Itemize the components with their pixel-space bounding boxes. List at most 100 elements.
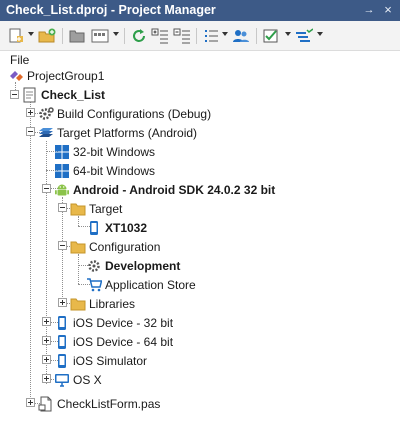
tree-item-label: Target [89,201,123,216]
tree-item-label: iOS Device - 64 bit [73,334,174,349]
add-button[interactable] [38,27,56,45]
phone-icon [54,334,70,350]
folder-icon [70,201,86,217]
tree-item-label: Android - Android SDK 24.0.2 32 bit [73,182,276,197]
tree-item-label: 32-bit Windows [73,144,156,159]
toolbar-separator [124,28,125,44]
expander-ios-simulator[interactable] [42,355,51,364]
expander-libraries[interactable] [58,298,67,307]
expander-target-platforms[interactable] [26,127,35,136]
tree-line [62,197,63,303]
tree-item-label: ProjectGroup1 [27,68,105,83]
monitor-icon [54,372,70,388]
view-icon [91,29,109,43]
people-button[interactable] [232,27,250,45]
expander-target[interactable] [58,203,67,212]
tree-line [30,102,31,403]
expander-form-file[interactable] [26,398,35,407]
checklist-button[interactable] [263,27,281,45]
tree-item-ios-device-32[interactable]: iOS Device - 32 bit [54,313,173,332]
tree-line [46,141,47,384]
tree-item-ios-device-64[interactable]: iOS Device - 64 bit [54,332,173,351]
tree-item-device-xt1032[interactable]: XT1032 [86,218,147,237]
view-button[interactable] [91,27,109,45]
sort-button[interactable] [295,27,313,45]
expander-ios-device-64[interactable] [42,336,51,345]
tree-item-label: Build Configurations (Debug) [57,106,212,121]
project-group-icon [8,68,24,84]
sort-icon [296,28,313,42]
tree-item-label: OS X [73,372,102,387]
toolbar-separator [196,28,197,44]
expander-android[interactable] [42,184,51,193]
tree-item-label: XT1032 [105,220,148,235]
file-icon [38,396,54,412]
folder-icon [70,239,86,255]
platforms-icon [38,125,54,141]
folder-button[interactable] [69,27,85,45]
tree-line [78,254,79,284]
sort-dropdown[interactable] [317,32,323,36]
new-item-icon [9,28,23,43]
tree-item-android[interactable]: Android - Android SDK 24.0.2 32 bit [54,180,275,199]
toolbar-separator [256,28,257,44]
list-button[interactable] [203,27,219,45]
expander-osx[interactable] [42,374,51,383]
folder-icon [70,296,86,312]
windows-icon [54,163,70,179]
tree-item-label: Libraries [89,296,136,311]
expander-ios-device-32[interactable] [42,317,51,326]
tree-item-64-bit-windows[interactable]: 64-bit Windows [54,161,155,180]
android-icon [54,182,70,198]
tree-item-configuration[interactable]: Configuration [70,237,160,256]
list-dropdown[interactable] [222,32,228,36]
expander-check-list[interactable] [10,90,19,99]
cart-icon [86,277,102,293]
tree-item-libraries[interactable]: Libraries [70,294,135,313]
new-item-dropdown[interactable] [28,32,34,36]
tree-item-target-platforms[interactable]: Target Platforms (Android) [38,123,197,142]
tree-item-label: Target Platforms (Android) [57,125,198,140]
new-item-button[interactable] [8,27,24,45]
tree-item-ios-simulator[interactable]: iOS Simulator [54,351,147,370]
tree-item-osx[interactable]: OS X [54,370,102,389]
tree-item-project-group[interactable]: ProjectGroup1 [8,66,104,85]
project-icon [22,87,38,103]
toolbar-separator [62,28,63,44]
expand-button[interactable] [151,27,169,45]
pin-icon[interactable]: → [362,3,376,17]
people-icon [233,30,249,42]
tree-item-target[interactable]: Target [70,199,122,218]
gear-icon [86,258,102,274]
add-icon [38,28,56,43]
expander-configuration[interactable] [58,241,67,250]
tree-item-32-bit-windows[interactable]: 32-bit Windows [54,142,155,161]
gear-icon [38,106,54,122]
checklist-icon [263,29,278,43]
collapse-icon [173,28,190,44]
tree-item-label: iOS Device - 32 bit [73,315,174,330]
tree-item-check-list[interactable]: Check_List [22,85,105,104]
tree-item-label: iOS Simulator [73,353,148,368]
expander-build-configurations[interactable] [26,108,35,117]
tree-item-application-store[interactable]: Application Store [86,275,196,294]
tree-item-form-file[interactable]: CheckListForm.pas [38,394,160,413]
project-tree: ProjectGroup1 Check_List Build Configura… [0,66,400,431]
tree-item-development[interactable]: Development [86,256,180,275]
window-title: Check_List.dproj - Project Manager [6,3,216,17]
collapse-button[interactable] [173,27,191,45]
windows-icon [54,144,70,160]
view-dropdown[interactable] [113,32,119,36]
checklist-dropdown[interactable] [285,32,291,36]
refresh-icon [133,29,145,42]
title-bar: Check_List.dproj - Project Manager → × [0,0,400,21]
file-menu-label[interactable]: File [10,53,29,67]
expand-icon [151,28,168,44]
refresh-button[interactable] [131,27,147,45]
phone-icon [54,353,70,369]
tree-item-label: CheckListForm.pas [57,396,161,411]
tree-item-build-configurations[interactable]: Build Configurations (Debug) [38,104,211,123]
tree-item-label: Application Store [105,277,196,292]
tree-item-label: Development [105,258,181,273]
close-icon[interactable]: × [381,3,395,17]
